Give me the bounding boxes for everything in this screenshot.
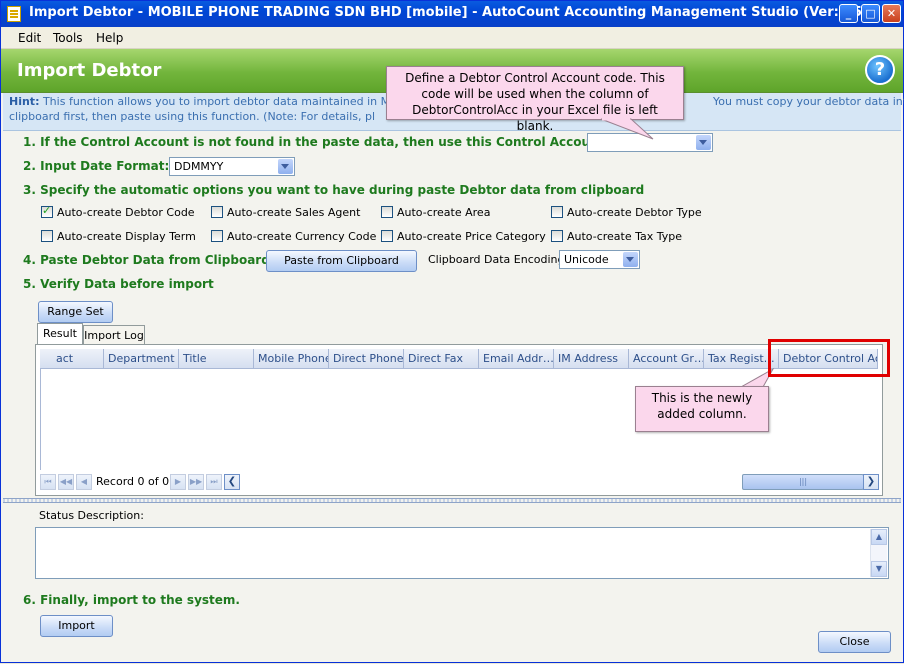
- option-auto-create-currency-code[interactable]: Auto-create Currency Code: [211, 230, 376, 243]
- date-format-combo[interactable]: DDMMYY: [169, 157, 295, 176]
- option-label: Auto-create Debtor Code: [57, 206, 195, 219]
- option-label: Auto-create Currency Code: [227, 230, 377, 243]
- hint-label: Hint:: [9, 95, 40, 108]
- control-account-dropdown[interactable]: [587, 133, 713, 152]
- column-header[interactable]: Mobile Phone: [254, 349, 329, 369]
- option-label: Auto-create Tax Type: [567, 230, 683, 243]
- checkbox-checked-icon[interactable]: [41, 204, 53, 218]
- option-label: Auto-create Display Term: [57, 230, 196, 243]
- step3-label: 3. Specify the automatic options you wan…: [23, 183, 645, 197]
- date-format-value: DDMMYY: [174, 160, 224, 173]
- option-auto-create-debtor-code[interactable]: Auto-create Debtor Code: [41, 204, 195, 219]
- prev-record-icon[interactable]: ◀: [76, 474, 92, 490]
- minimize-button[interactable]: _: [839, 4, 858, 23]
- option-auto-create-sales-agent[interactable]: Auto-create Sales Agent: [211, 206, 360, 219]
- column-header[interactable]: Title: [179, 349, 254, 369]
- hint-text-line1-right: You must copy your debtor data into: [713, 95, 904, 108]
- app-icon: [7, 6, 21, 22]
- window-title: Import Debtor - MOBILE PHONE TRADING SDN…: [29, 5, 868, 20]
- status-description-label: Status Description:: [39, 509, 144, 522]
- option-auto-create-price-category[interactable]: Auto-create Price Category: [381, 230, 546, 243]
- encoding-value: Unicode: [564, 253, 609, 266]
- next-record-icon[interactable]: ▶: [170, 474, 186, 490]
- chevron-down-icon[interactable]: [623, 252, 638, 267]
- checkbox-icon[interactable]: [381, 206, 393, 218]
- column-header[interactable]: Account Gr…: [629, 349, 704, 369]
- scroll-down-icon[interactable]: ▼: [871, 561, 887, 577]
- page-title: Import Debtor: [17, 60, 162, 81]
- record-navigator: ⏮ ◀◀ ◀ Record 0 of 0 ▶ ▶▶ ⏭ ❮ ||| ❯: [40, 473, 879, 491]
- hint-text-line1: This function allows you to import debto…: [39, 95, 416, 108]
- checkbox-icon[interactable]: [41, 230, 53, 242]
- new-column-callout: This is the newly added column.: [635, 386, 769, 432]
- prev-page-icon[interactable]: ◀◀: [58, 474, 74, 490]
- encoding-label: Clipboard Data Encoding: [428, 253, 565, 266]
- first-record-icon[interactable]: ⏮: [40, 474, 56, 490]
- tab-result[interactable]: Result: [37, 323, 83, 345]
- last-record-icon[interactable]: ⏭: [206, 474, 222, 490]
- splitter[interactable]: [3, 498, 901, 503]
- checkbox-icon[interactable]: [551, 230, 563, 242]
- scroll-left-icon[interactable]: ❮: [224, 474, 240, 490]
- option-label: Auto-create Area: [397, 206, 491, 219]
- next-page-icon[interactable]: ▶▶: [188, 474, 204, 490]
- column-header[interactable]: act: [40, 349, 104, 369]
- column-header[interactable]: Direct Fax: [404, 349, 479, 369]
- scroll-up-icon[interactable]: ▲: [871, 529, 887, 545]
- import-button[interactable]: Import: [40, 615, 113, 637]
- grid-header: act Department Title Mobile Phone Direct…: [40, 349, 878, 369]
- column-header[interactable]: Department: [104, 349, 179, 369]
- debtor-control-acc-highlight: [768, 339, 890, 377]
- option-label: Auto-create Sales Agent: [227, 206, 361, 219]
- checkbox-icon[interactable]: [211, 230, 223, 242]
- step1-label: 1. If the Control Account is not found i…: [23, 135, 610, 149]
- chevron-down-icon[interactable]: [278, 159, 293, 174]
- title-bar[interactable]: Import Debtor - MOBILE PHONE TRADING SDN…: [1, 1, 903, 27]
- record-count: Record 0 of 0: [96, 475, 170, 488]
- step6-label: 6. Finally, import to the system.: [23, 593, 240, 607]
- menu-help[interactable]: Help: [96, 31, 123, 45]
- horizontal-scrollbar[interactable]: |||: [742, 474, 864, 490]
- help-icon[interactable]: ?: [865, 55, 895, 85]
- column-header[interactable]: IM Address: [554, 349, 629, 369]
- step4-label: 4. Paste Debtor Data from Clipboard: [23, 253, 270, 267]
- close-window-button[interactable]: ✕: [882, 4, 901, 23]
- control-account-callout: Define a Debtor Control Account code. Th…: [386, 66, 684, 133]
- option-auto-create-display-term[interactable]: Auto-create Display Term: [41, 230, 196, 243]
- vertical-scrollbar[interactable]: ▲ ▼: [870, 529, 887, 577]
- menu-edit[interactable]: Edit: [18, 31, 41, 45]
- column-header[interactable]: Direct Phone: [329, 349, 404, 369]
- menu-bar: Edit Tools Help: [1, 27, 903, 49]
- checkbox-icon[interactable]: [551, 206, 563, 218]
- menu-tools[interactable]: Tools: [53, 31, 83, 45]
- chevron-down-icon[interactable]: [696, 135, 711, 150]
- checkbox-icon[interactable]: [211, 206, 223, 218]
- close-button[interactable]: Close: [818, 631, 891, 653]
- step2-label: 2. Input Date Format:: [23, 159, 170, 173]
- step5-label: 5. Verify Data before import: [23, 277, 214, 291]
- tab-import-log[interactable]: Import Log: [83, 325, 145, 345]
- scroll-right-icon[interactable]: ❯: [863, 474, 879, 490]
- range-set-button[interactable]: Range Set: [38, 301, 113, 323]
- option-auto-create-tax-type[interactable]: Auto-create Tax Type: [551, 230, 682, 243]
- column-header[interactable]: Email Addr…: [479, 349, 554, 369]
- import-debtor-window: Import Debtor - MOBILE PHONE TRADING SDN…: [0, 0, 904, 663]
- checkbox-icon[interactable]: [381, 230, 393, 242]
- encoding-combo[interactable]: Unicode: [559, 250, 640, 269]
- maximize-button[interactable]: □: [861, 4, 880, 23]
- option-auto-create-debtor-type[interactable]: Auto-create Debtor Type: [551, 206, 702, 219]
- paste-from-clipboard-button[interactable]: Paste from Clipboard: [266, 250, 417, 272]
- option-label: Auto-create Price Category: [397, 230, 546, 243]
- status-description-box[interactable]: ▲ ▼: [35, 527, 889, 579]
- option-label: Auto-create Debtor Type: [567, 206, 702, 219]
- option-auto-create-area[interactable]: Auto-create Area: [381, 206, 490, 219]
